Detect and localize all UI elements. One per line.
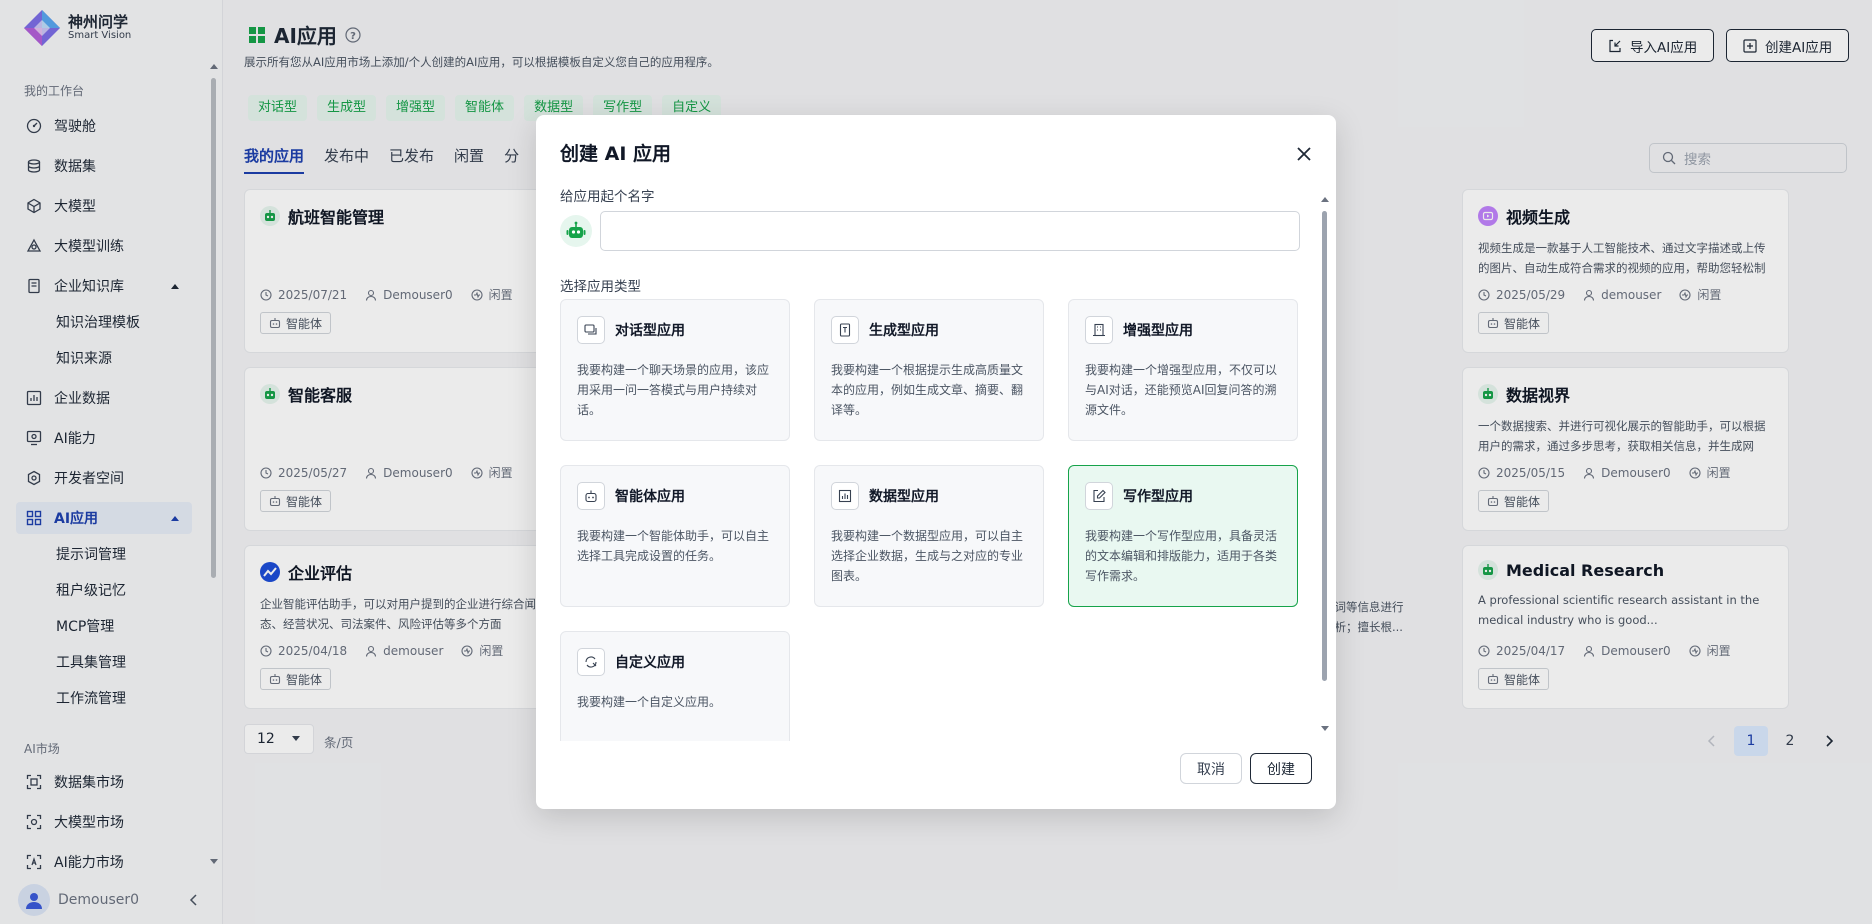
building-icon <box>1085 316 1113 344</box>
robot-icon <box>566 221 586 238</box>
type-card-data[interactable]: 数据型应用 我要构建一个数据型应用，可以自主选择企业数据，生成与之对应的专业图表… <box>814 465 1044 607</box>
type-card-chat[interactable]: 对话型应用 我要构建一个聊天场景的应用，该应用采用一问一答模式与用户持续对话。 <box>560 299 790 441</box>
type-title: 生成型应用 <box>869 323 939 339</box>
scroll-up-icon[interactable] <box>1320 195 1330 203</box>
dialog-body: 给应用起个名字 选择应用类型 对话型应用 我要构建一个聊天场景的应用，该应用采用… <box>560 185 1304 741</box>
dialog-scrollbar[interactable] <box>1320 195 1330 735</box>
type-card-enhance[interactable]: 增强型应用 我要构建一个增强型应用，不仅可以与AI对话，还能预览AI回复问答的溯… <box>1068 299 1298 441</box>
create-button[interactable]: 创建 <box>1250 753 1312 784</box>
close-icon[interactable] <box>1292 142 1316 166</box>
type-title: 增强型应用 <box>1123 323 1193 339</box>
custom-shape-icon <box>577 648 605 676</box>
type-desc: 我要构建一个根据提示生成高质量文本的应用，例如生成文章、摘要、翻译等。 <box>831 363 1024 417</box>
name-label: 给应用起个名字 <box>560 189 655 205</box>
app-avatar[interactable] <box>560 215 592 247</box>
type-title: 对话型应用 <box>615 323 685 339</box>
app-name-input[interactable] <box>600 211 1300 251</box>
type-desc: 我要构建一个智能体助手，可以自主选择工具完成设置的任务。 <box>577 529 770 563</box>
type-desc: 我要构建一个自定义应用。 <box>577 695 722 709</box>
type-title: 自定义应用 <box>615 655 685 671</box>
robot-outline-icon <box>577 482 605 510</box>
type-desc: 我要构建一个聊天场景的应用，该应用采用一问一答模式与用户持续对话。 <box>577 363 770 417</box>
chat-bubble-icon <box>577 316 605 344</box>
dialog-scroll-thumb[interactable] <box>1322 211 1327 681</box>
document-text-icon <box>831 316 859 344</box>
type-label: 选择应用类型 <box>560 279 641 295</box>
type-title: 写作型应用 <box>1123 489 1193 505</box>
edit-icon <box>1085 482 1113 510</box>
type-title: 数据型应用 <box>869 489 939 505</box>
type-card-custom[interactable]: 自定义应用 我要构建一个自定义应用。 <box>560 631 790 741</box>
scroll-down-icon[interactable] <box>1320 725 1330 733</box>
type-card-generate[interactable]: 生成型应用 我要构建一个根据提示生成高质量文本的应用，例如生成文章、摘要、翻译等… <box>814 299 1044 441</box>
bar-chart-icon <box>831 482 859 510</box>
type-card-writing[interactable]: 写作型应用 我要构建一个写作型应用，具备灵活的文本编辑和排版能力，适用于各类写作… <box>1068 465 1298 607</box>
type-desc: 我要构建一个增强型应用，不仅可以与AI对话，还能预览AI回复问答的溯源文件。 <box>1085 363 1278 417</box>
type-title: 智能体应用 <box>615 489 685 505</box>
cancel-button[interactable]: 取消 <box>1180 753 1242 784</box>
type-desc: 我要构建一个数据型应用，可以自主选择企业数据，生成与之对应的专业图表。 <box>831 529 1024 583</box>
dialog-title: 创建 AI 应用 <box>560 143 672 165</box>
create-app-dialog: 创建 AI 应用 给应用起个名字 选择应用类型 对话型应用 我要构建一个聊天场景… <box>536 115 1336 809</box>
type-card-agent[interactable]: 智能体应用 我要构建一个智能体助手，可以自主选择工具完成设置的任务。 <box>560 465 790 607</box>
type-desc: 我要构建一个写作型应用，具备灵活的文本编辑和排版能力，适用于各类写作需求。 <box>1085 529 1278 583</box>
